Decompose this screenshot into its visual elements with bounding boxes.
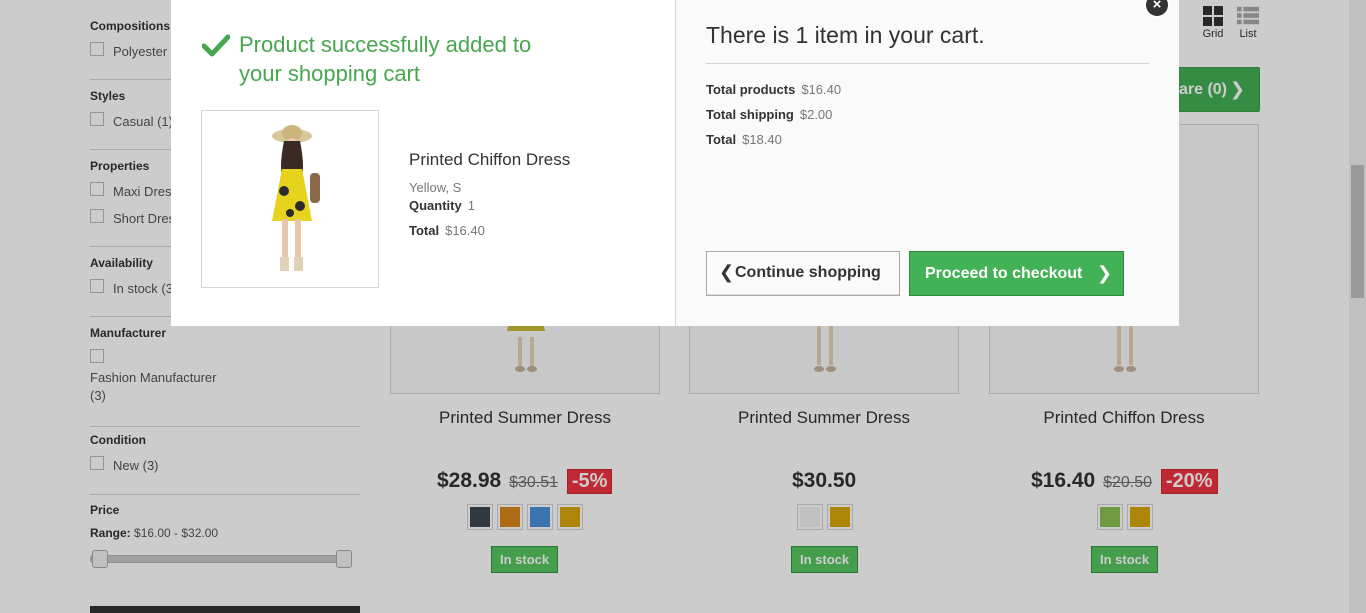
chevron-right-icon: ❯: [1096, 263, 1112, 283]
continue-shopping-button[interactable]: ❮ Continue shopping: [706, 251, 900, 296]
modal-product-total: Total $16.40: [409, 223, 485, 238]
modal-cart-panel: There is 1 item in your cart. Total prod…: [676, 0, 1179, 326]
check-icon: [202, 34, 230, 57]
cart-total-row: Total $18.40: [706, 132, 782, 147]
product-thumbnail: [201, 110, 379, 288]
modal-product-attributes: Yellow, S: [409, 180, 462, 195]
total-shipping-row: Total shipping $2.00: [706, 107, 833, 122]
modal-product-quantity: Quantity 1: [409, 198, 475, 213]
proceed-to-checkout-button[interactable]: Proceed to checkout ❯: [909, 251, 1124, 296]
add-to-cart-modal: Product successfully added to your shopp…: [171, 0, 1179, 326]
total-products-row: Total products $16.40: [706, 82, 842, 97]
success-message: Product successfully added to your shopp…: [239, 32, 532, 86]
cart-count-heading: There is 1 item in your cart.: [706, 22, 1149, 64]
modal-product-panel: Product successfully added to your shopp…: [171, 0, 676, 326]
modal-product-name: Printed Chiffon Dress: [409, 150, 571, 169]
model-photo: [272, 125, 320, 271]
chevron-left-icon: ❮: [719, 262, 735, 282]
